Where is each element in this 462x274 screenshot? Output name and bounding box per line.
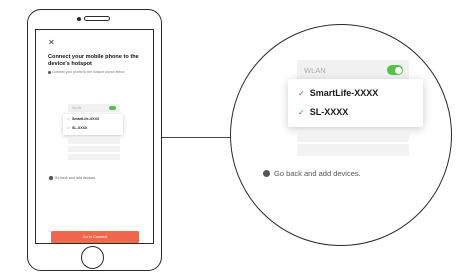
zoom-placeholder-row <box>297 144 409 156</box>
hotspot-hint: Connect your phone to the hotspot shown … <box>48 70 148 74</box>
check-icon: ✓ <box>298 108 305 117</box>
page-title: Connect your mobile phone to the device'… <box>48 54 139 67</box>
network-item[interactable]: ✓ SL-XXXX <box>67 126 87 130</box>
zoom-connector-line <box>162 137 232 139</box>
zoom-network-item[interactable]: ✓ SL-XXXX <box>298 107 348 117</box>
go-back-text: Go back and add devices. <box>54 176 97 180</box>
go-back-hint[interactable]: Go back and add devices. <box>49 176 96 180</box>
zoom-circle: WLAN ✓ SmartLife-XXXX ✓ SL-XXXX Go back an… <box>230 24 452 246</box>
zoom-network-item[interactable]: ✓ SmartLife-XXXX <box>298 88 378 98</box>
zoom-placeholder-row <box>297 130 409 142</box>
earpiece <box>84 16 110 21</box>
info-icon <box>49 176 53 180</box>
zoom-go-back-hint[interactable]: Go back and add devices. <box>263 169 361 178</box>
info-icon <box>48 70 51 74</box>
home-button <box>81 246 104 269</box>
placeholder-row <box>68 154 120 160</box>
zoom-wlan-label: WLAN <box>304 66 326 75</box>
check-icon: ✓ <box>298 89 305 98</box>
close-icon[interactable]: ✕ <box>48 39 55 47</box>
zoom-wlan-toggle[interactable] <box>387 65 403 75</box>
zoom-network-list: ✓ SmartLife-XXXX ✓ SL-XXXX <box>288 79 423 127</box>
zoom-network-name: SL-XXXX <box>309 107 349 117</box>
placeholder-row <box>68 138 120 144</box>
wifi-list-preview: WLAN ✓ SmartLife-XXXX ✓ SL-XXXX <box>63 104 123 162</box>
placeholder-row <box>68 146 120 152</box>
go-to-connect-button[interactable]: Go to Connect <box>51 231 139 243</box>
wlan-row: WLAN <box>68 104 120 112</box>
hotspot-hint-text: Connect your phone to the hotspot shown … <box>52 70 125 74</box>
zoom-wlan-row: WLAN <box>297 60 409 80</box>
network-name: SmartLife-XXXX <box>72 117 100 121</box>
network-list: ✓ SmartLife-XXXX ✓ SL-XXXX <box>63 114 123 135</box>
phone-illustration: ✕ Connect your mobile phone to the devic… <box>27 9 162 271</box>
zoom-go-back-text: Go back and add devices. <box>274 169 361 178</box>
wlan-toggle[interactable] <box>109 106 116 110</box>
wlan-label: WLAN <box>72 106 82 110</box>
check-icon: ✓ <box>67 117 71 121</box>
info-icon <box>263 170 270 177</box>
network-item[interactable]: ✓ SmartLife-XXXX <box>67 117 99 121</box>
zoom-network-name: SmartLife-XXXX <box>309 88 379 98</box>
front-camera <box>77 17 81 21</box>
network-name: SL-XXXX <box>72 126 88 130</box>
check-icon: ✓ <box>67 126 71 130</box>
phone-screen: ✕ Connect your mobile phone to the devic… <box>35 29 154 244</box>
